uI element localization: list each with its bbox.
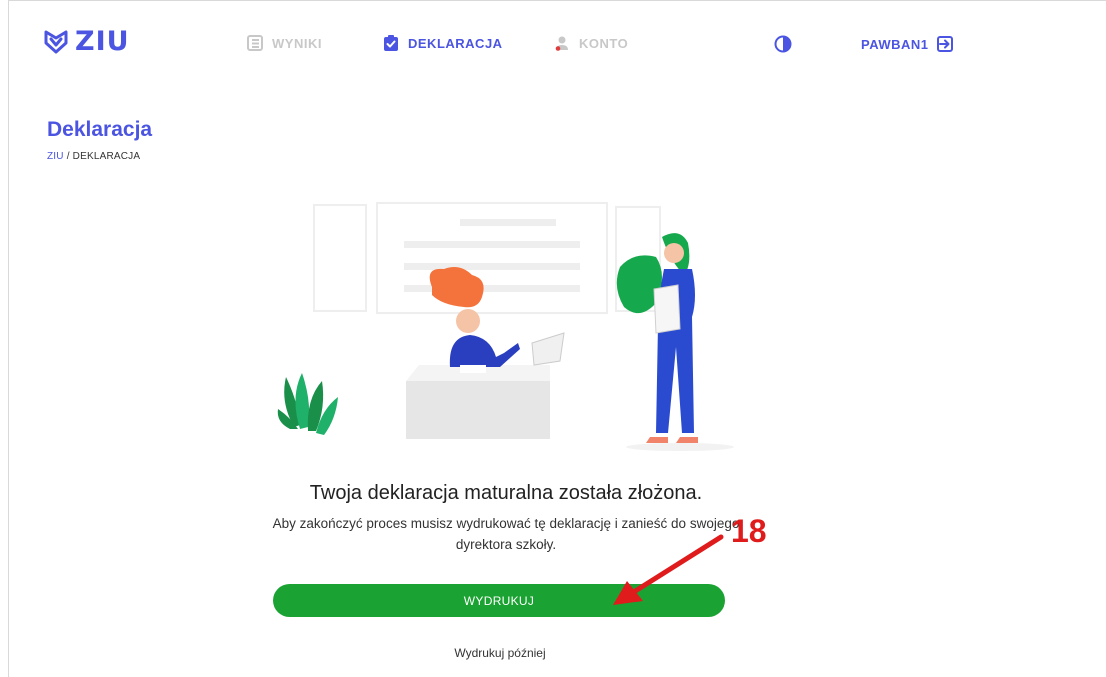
desk xyxy=(406,365,550,439)
seated-woman xyxy=(429,267,565,373)
nav-wyniki[interactable]: WYNIKI xyxy=(247,35,322,51)
breadcrumb-root-link[interactable]: ZIU xyxy=(47,151,64,162)
nav-deklaracja-label: DEKLARACJA xyxy=(408,36,503,51)
logo-text: ZIU xyxy=(75,26,130,57)
app-window: ZIU WYNIKI DEKLARACJA KONTO PAWBAN1 Dekl… xyxy=(8,0,1106,677)
breadcrumb: ZIU / DEKLARACJA xyxy=(47,151,140,162)
nav-wyniki-label: WYNIKI xyxy=(272,35,322,51)
checked-clipboard-icon xyxy=(384,35,398,51)
nav-konto[interactable]: KONTO xyxy=(554,35,628,51)
logout-icon[interactable] xyxy=(936,35,954,53)
logo[interactable]: ZIU xyxy=(43,26,130,57)
nav-deklaracja[interactable]: DEKLARACJA xyxy=(383,35,503,52)
confirmation-headline: Twoja deklaracja maturalna została złożo… xyxy=(309,482,703,504)
standing-woman xyxy=(616,233,734,451)
list-document-icon xyxy=(247,35,263,51)
nav-konto-label: KONTO xyxy=(579,35,629,51)
contrast-icon[interactable] xyxy=(774,35,792,53)
logo-mark-icon xyxy=(44,30,68,53)
user-menu[interactable]: PAWBAN1 xyxy=(861,35,954,53)
print-later-link[interactable]: Wydrukuj później xyxy=(9,646,991,660)
annotation-arrow-icon xyxy=(613,534,724,605)
plant-icon xyxy=(277,373,338,435)
page-title: Deklaracja xyxy=(47,118,153,141)
breadcrumb-separator: / xyxy=(63,151,73,162)
breadcrumb-current: DEKLARACJA xyxy=(72,151,141,162)
submission-illustration xyxy=(277,202,734,451)
username: PAWBAN1 xyxy=(861,36,929,52)
person-icon xyxy=(555,36,568,51)
